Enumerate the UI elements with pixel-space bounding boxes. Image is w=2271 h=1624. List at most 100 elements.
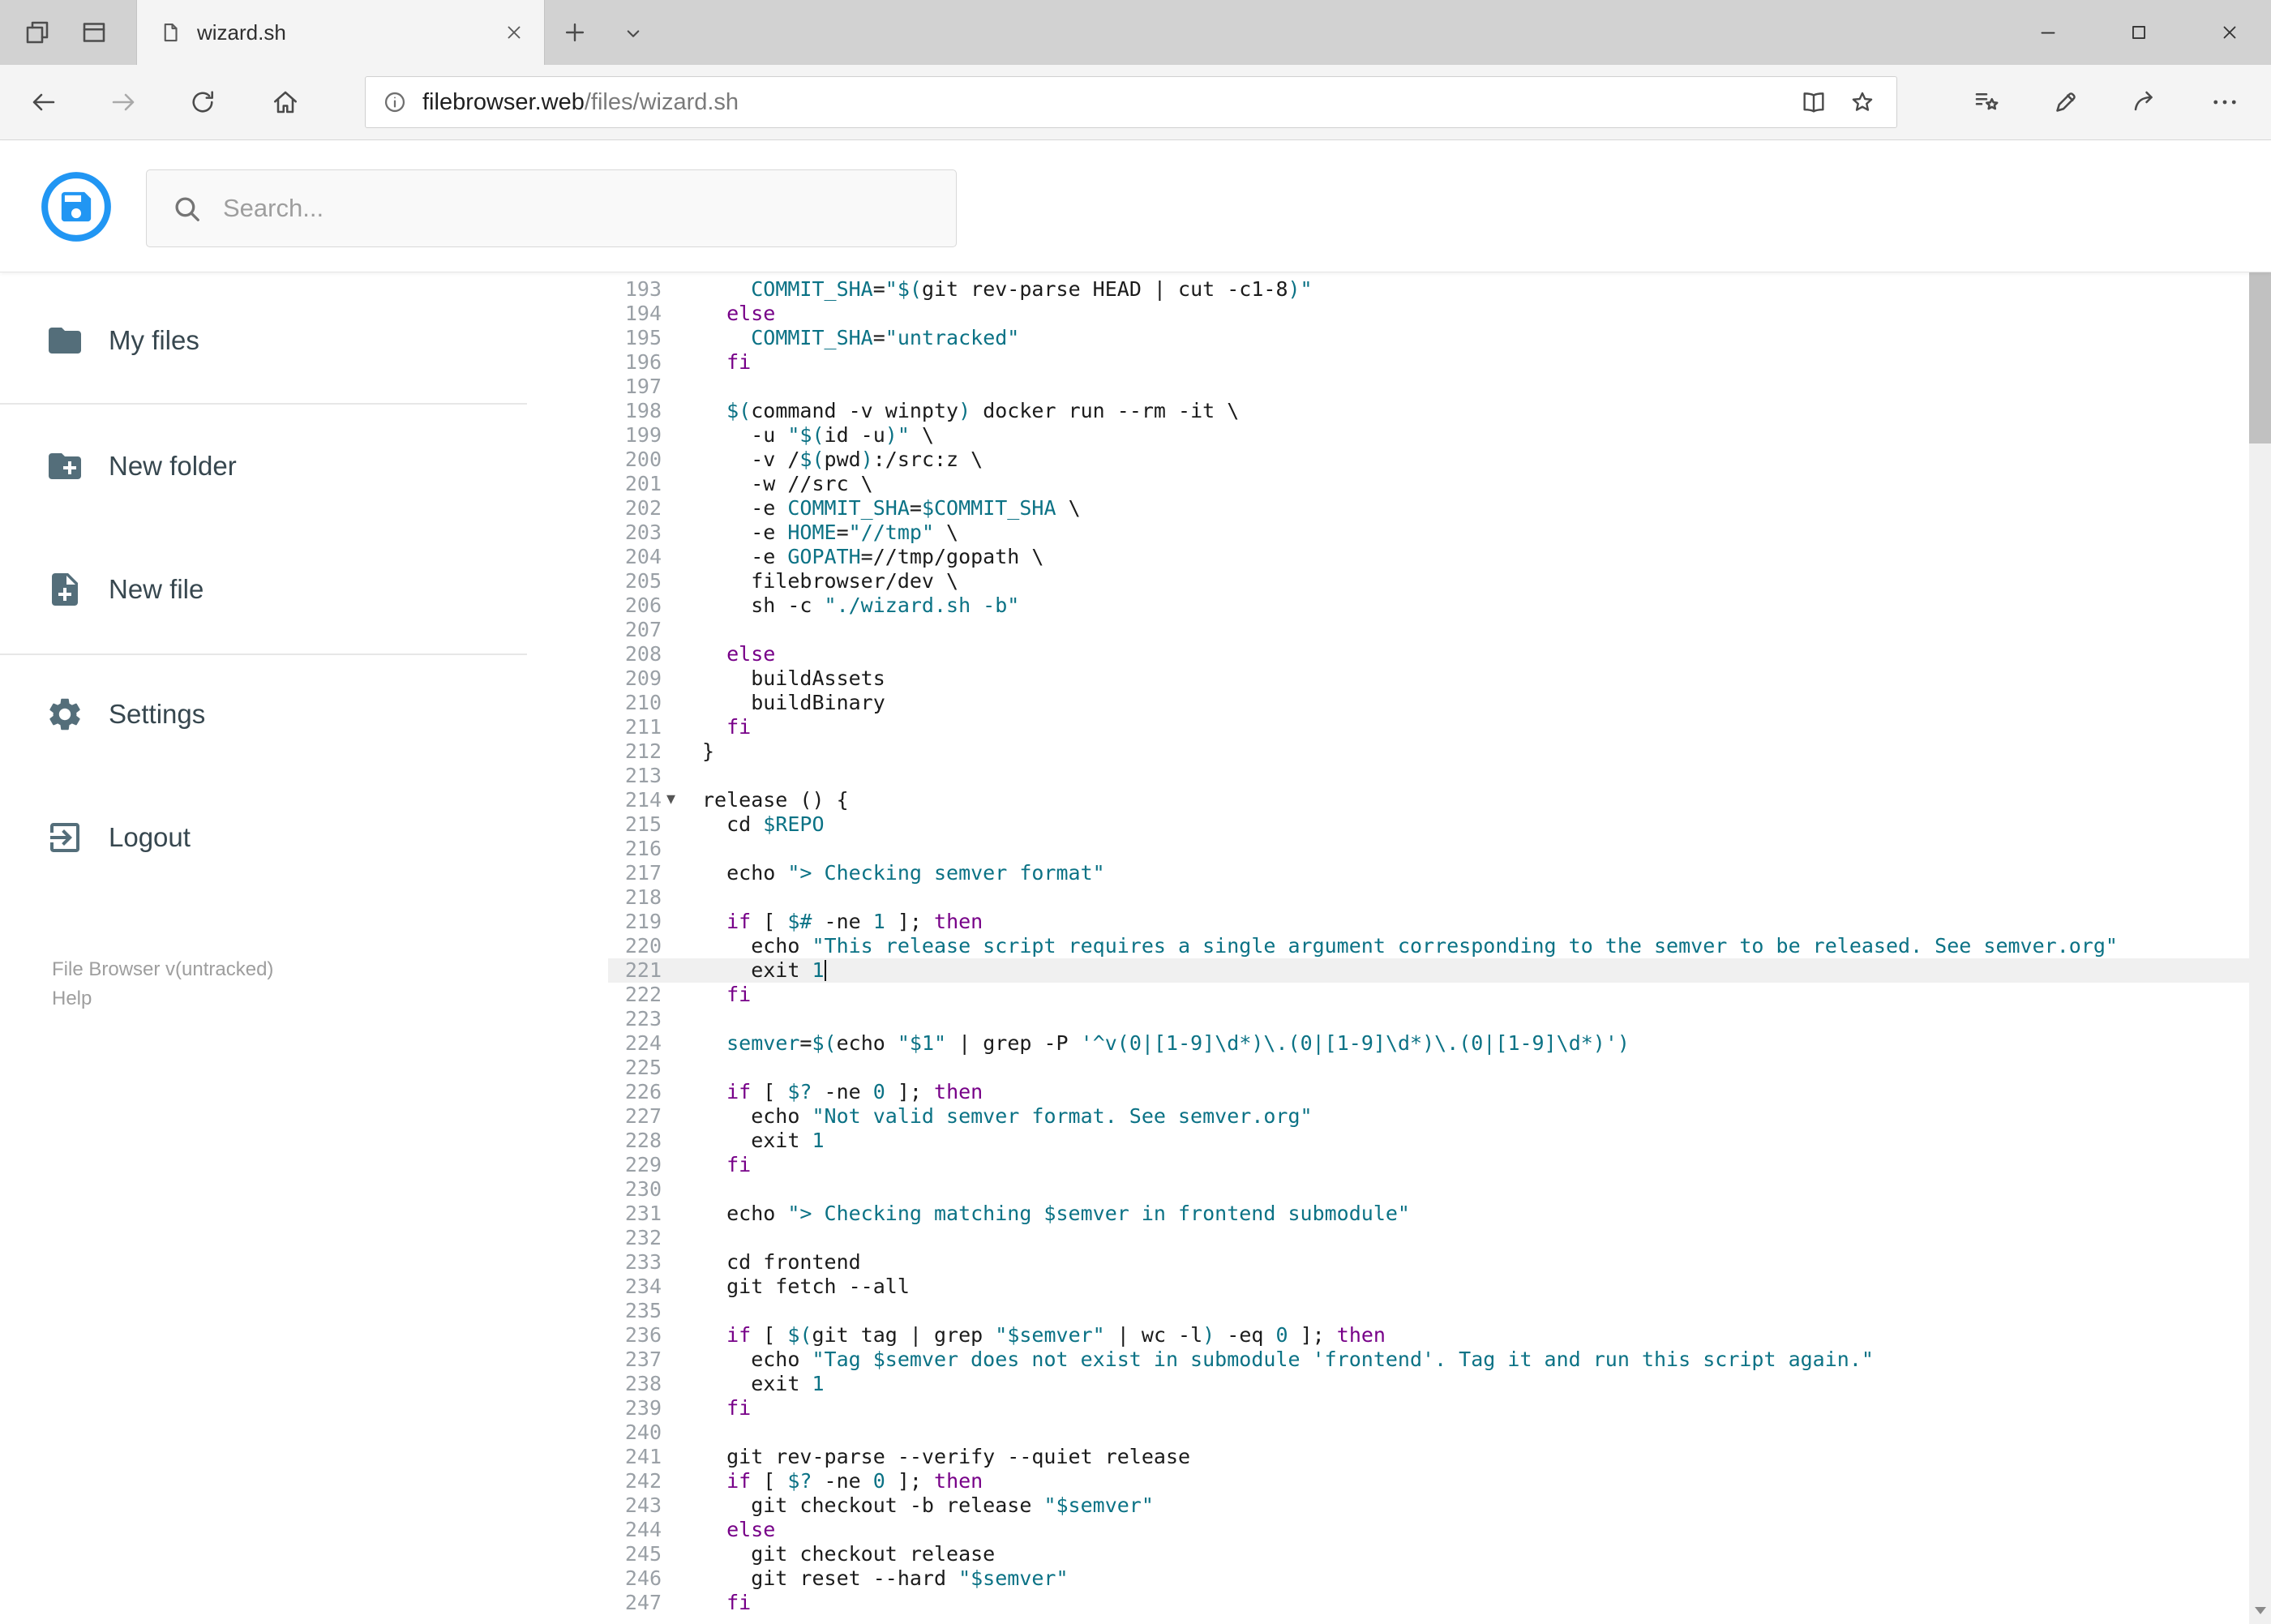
code-line[interactable]: 225 (608, 1056, 2249, 1080)
code-line[interactable]: 217 echo "> Checking semver format" (608, 861, 2249, 885)
code-line[interactable]: 227 echo "Not valid semver format. See s… (608, 1104, 2249, 1129)
page-scrollbar[interactable] (2249, 140, 2271, 1624)
line-number[interactable]: 201 (608, 472, 662, 496)
code-line[interactable]: 220 echo "This release script requires a… (608, 934, 2249, 958)
code-line[interactable]: 195 COMMIT_SHA="untracked" (608, 326, 2249, 350)
home-button[interactable] (271, 88, 300, 117)
line-number[interactable]: 218 (608, 885, 662, 910)
line-number[interactable]: 198 (608, 399, 662, 423)
line-number[interactable]: 214 (608, 788, 662, 812)
sidebar-item-new-file[interactable]: New file (0, 553, 608, 626)
tab-close-icon[interactable] (502, 20, 526, 45)
code-line[interactable]: 228 exit 1 (608, 1129, 2249, 1153)
line-number[interactable]: 208 (608, 642, 662, 666)
code-line[interactable]: 205 filebrowser/dev \ (608, 569, 2249, 593)
code-line[interactable]: 231 echo "> Checking matching $semver in… (608, 1202, 2249, 1226)
minimize-button[interactable] (2007, 0, 2089, 65)
line-number[interactable]: 246 (608, 1566, 662, 1591)
code-line[interactable]: 214 ▾ release () { (608, 788, 2249, 812)
line-number[interactable]: 242 (608, 1469, 662, 1493)
code-line[interactable]: 197 (608, 375, 2249, 399)
line-number[interactable]: 196 (608, 350, 662, 375)
line-number[interactable]: 202 (608, 496, 662, 521)
fold-arrow-icon[interactable]: ▾ (666, 787, 675, 812)
more-menu-icon[interactable] (2210, 88, 2239, 117)
code-line[interactable]: 247 fi (608, 1591, 2249, 1615)
line-number[interactable]: 220 (608, 934, 662, 958)
code-line[interactable]: 229 fi (608, 1153, 2249, 1177)
reading-view-icon[interactable] (1799, 88, 1828, 117)
line-number[interactable]: 217 (608, 861, 662, 885)
line-number[interactable]: 215 (608, 812, 662, 837)
line-number[interactable]: 199 (608, 423, 662, 448)
line-number[interactable]: 194 (608, 302, 662, 326)
code-line[interactable]: 240 (608, 1420, 2249, 1445)
code-line[interactable]: 222 fi (608, 983, 2249, 1007)
code-line[interactable]: 199 -u "$(id -u)" \ (608, 423, 2249, 448)
code-line[interactable]: 236 if [ $(git tag | grep "$semver" | wc… (608, 1323, 2249, 1348)
code-line[interactable]: 224 semver=$(echo "$1" | grep -P '^v(0|[… (608, 1031, 2249, 1056)
sidebar-item-my-files[interactable]: My files (0, 304, 608, 377)
line-number[interactable]: 204 (608, 545, 662, 569)
help-link[interactable]: Help (52, 987, 92, 1011)
code-line[interactable]: 213 (608, 764, 2249, 788)
browser-tab[interactable]: wizard.sh (136, 0, 545, 65)
line-number[interactable]: 224 (608, 1031, 662, 1056)
line-number[interactable]: 232 (608, 1226, 662, 1250)
code-line[interactable]: 233 cd frontend (608, 1250, 2249, 1275)
line-number[interactable]: 245 (608, 1542, 662, 1566)
line-number[interactable]: 239 (608, 1396, 662, 1420)
line-number[interactable]: 222 (608, 983, 662, 1007)
line-number[interactable]: 205 (608, 569, 662, 593)
line-number[interactable]: 209 (608, 666, 662, 691)
set-tabs-aside-icon[interactable] (23, 18, 52, 47)
line-number[interactable]: 206 (608, 593, 662, 618)
line-number[interactable]: 219 (608, 910, 662, 934)
line-number[interactable]: 237 (608, 1348, 662, 1372)
code-line[interactable]: 202 -e COMMIT_SHA=$COMMIT_SHA \ (608, 496, 2249, 521)
code-line[interactable]: 235 (608, 1299, 2249, 1323)
maximize-button[interactable] (2098, 0, 2179, 65)
scroll-down-icon[interactable] (2249, 1596, 2271, 1624)
line-number[interactable]: 225 (608, 1056, 662, 1080)
code-line[interactable]: 239 fi (608, 1396, 2249, 1420)
forward-button[interactable] (109, 88, 138, 117)
code-line[interactable]: 221 exit 1 (608, 958, 2249, 983)
new-tab-button[interactable] (561, 19, 589, 46)
line-number[interactable]: 197 (608, 375, 662, 399)
code-line[interactable]: 244 else (608, 1518, 2249, 1542)
tab-list-chevron-icon[interactable] (621, 21, 645, 45)
code-line[interactable]: 219 if [ $# -ne 1 ]; then (608, 910, 2249, 934)
search-bar[interactable] (146, 169, 957, 247)
close-button[interactable] (2189, 0, 2270, 65)
app-version-link[interactable]: File Browser v(untracked) (52, 958, 273, 982)
code-line[interactable]: 212} (608, 739, 2249, 764)
code-line[interactable]: 230 (608, 1177, 2249, 1202)
line-number[interactable]: 241 (608, 1445, 662, 1469)
line-number[interactable]: 228 (608, 1129, 662, 1153)
code-editor[interactable]: 193 COMMIT_SHA="$(git rev-parse HEAD | c… (608, 272, 2249, 1624)
code-line[interactable]: 193 COMMIT_SHA="$(git rev-parse HEAD | c… (608, 277, 2249, 302)
sidebar-item-settings[interactable]: Settings (0, 678, 608, 751)
code-line[interactable]: 204 -e GOPATH=//tmp/gopath \ (608, 545, 2249, 569)
line-number[interactable]: 216 (608, 837, 662, 861)
line-number[interactable]: 212 (608, 739, 662, 764)
code-line[interactable]: 216 (608, 837, 2249, 861)
line-number[interactable]: 243 (608, 1493, 662, 1518)
line-number[interactable]: 221 (608, 958, 662, 983)
filebrowser-logo-icon[interactable] (41, 171, 112, 242)
line-number[interactable]: 195 (608, 326, 662, 350)
address-bar[interactable]: filebrowser.web/files/wizard.sh (365, 76, 1897, 128)
annotate-pen-icon[interactable] (2051, 88, 2080, 117)
code-line[interactable]: 209 buildAssets (608, 666, 2249, 691)
code-line[interactable]: 237 echo "Tag $semver does not exist in … (608, 1348, 2249, 1372)
code-line[interactable]: 206 sh -c "./wizard.sh -b" (608, 593, 2249, 618)
line-number[interactable]: 236 (608, 1323, 662, 1348)
code-line[interactable]: 246 git reset --hard "$semver" (608, 1566, 2249, 1591)
line-number[interactable]: 213 (608, 764, 662, 788)
code-line[interactable]: 226 if [ $? -ne 0 ]; then (608, 1080, 2249, 1104)
code-line[interactable]: 210 buildBinary (608, 691, 2249, 715)
code-line[interactable]: 223 (608, 1007, 2249, 1031)
line-number[interactable]: 230 (608, 1177, 662, 1202)
line-number[interactable]: 229 (608, 1153, 662, 1177)
